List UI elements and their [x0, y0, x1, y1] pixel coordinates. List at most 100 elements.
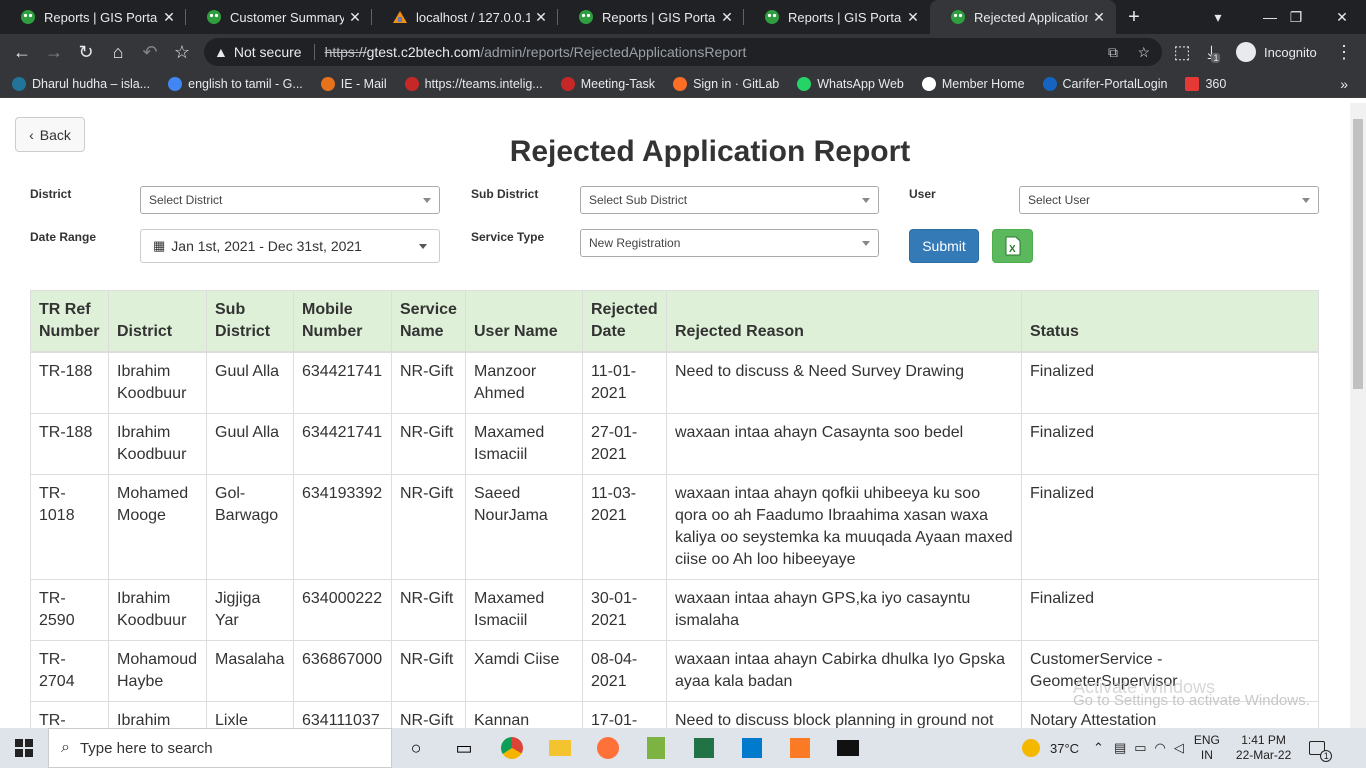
table-cell: Finalized	[1021, 413, 1319, 475]
new-tab-button[interactable]: +	[1116, 0, 1152, 34]
column-header[interactable]: User Name	[465, 290, 583, 353]
servicetype-select[interactable]: New Registration	[580, 229, 879, 257]
taskbar-search-input[interactable]: ⌕ Type here to search	[48, 728, 392, 768]
browser-tab[interactable]: Customer Summary Re ✕	[186, 0, 372, 34]
close-tab-icon[interactable]: ✕	[348, 9, 362, 26]
incognito-badge[interactable]: Incognito	[1236, 40, 1317, 64]
gis-portal-icon	[206, 9, 222, 25]
extensions-icon[interactable]: ⬚	[1166, 36, 1198, 68]
column-header[interactable]: Mobile Number	[293, 290, 392, 353]
address-bar[interactable]: ▲ Not secure https://gtest.c2btech.com/a…	[204, 38, 1162, 66]
user-select-value: Select User	[1028, 193, 1091, 207]
whatsapp-icon	[797, 76, 812, 91]
network-icon[interactable]: ▤	[1114, 740, 1126, 756]
table-cell: NR-Gift	[391, 579, 466, 641]
tab-label: Reports | GIS Portal	[788, 9, 902, 25]
restore-icon[interactable]: ❐	[1276, 0, 1316, 34]
temperature-label[interactable]: 37°C	[1050, 741, 1079, 756]
table-cell: TR-188	[30, 351, 109, 414]
scrollbar-thumb[interactable]	[1353, 119, 1363, 389]
subdistrict-select[interactable]: Select Sub District	[580, 186, 879, 214]
export-excel-button[interactable]: X	[992, 229, 1033, 263]
bookmark-item[interactable]: WhatsApp Web	[797, 76, 904, 91]
tab-label: Rejected Application R	[974, 9, 1088, 25]
daterange-picker[interactable]: ▦ Jan 1st, 2021 - Dec 31st, 2021	[140, 229, 440, 263]
browser-tab[interactable]: localhost / 127.0.0.1 / l ✕	[372, 0, 558, 34]
bookmark-star-icon[interactable]: ☆	[166, 36, 198, 68]
bookmark-item[interactable]: Sign in · GitLab	[673, 76, 779, 91]
clock[interactable]: 1:41 PM 22-Mar-22	[1236, 733, 1291, 763]
column-header[interactable]: Rejected Date	[582, 290, 667, 353]
translate-icon[interactable]: ⧉	[1108, 44, 1118, 61]
close-tab-icon[interactable]: ✕	[1092, 9, 1106, 26]
menu-icon[interactable]: ⋮	[1328, 36, 1360, 68]
vscode-icon[interactable]	[728, 728, 776, 768]
undo-icon[interactable]: ↶	[134, 36, 166, 68]
forward-arrow-icon[interactable]: →	[38, 36, 70, 68]
notification-icon[interactable]: 1	[1309, 741, 1333, 762]
tab-label: Reports | GIS Portal	[602, 9, 716, 25]
home-icon[interactable]: ⌂	[102, 36, 134, 68]
star-icon[interactable]: ☆	[1137, 44, 1150, 61]
chrome-icon[interactable]	[488, 728, 536, 768]
bookmark-item[interactable]: Member Home	[921, 76, 1025, 91]
close-tab-icon[interactable]: ✕	[906, 9, 920, 26]
table-cell: 634193392	[293, 474, 392, 580]
bookmark-item[interactable]: english to tamil - G...	[168, 76, 303, 91]
table-cell: 11-01-2021	[582, 351, 667, 414]
task-view-icon[interactable]: ▭	[440, 728, 488, 768]
firefox-icon[interactable]	[584, 728, 632, 768]
column-header[interactable]: TR Ref Number	[30, 290, 109, 353]
column-header[interactable]: Status	[1021, 290, 1319, 353]
terminal-icon[interactable]	[824, 728, 872, 768]
page-content: ‹ Back Rejected Application Report Distr…	[0, 103, 1350, 728]
chevron-up-icon[interactable]: ⌃	[1093, 740, 1104, 756]
bookmark-item[interactable]: Meeting-Task	[560, 76, 655, 91]
bookmark-item[interactable]: IE - Mail	[320, 76, 387, 91]
table-cell: NR-Gift	[391, 474, 466, 580]
notepad-icon[interactable]	[632, 728, 680, 768]
gis-portal-icon	[578, 9, 594, 25]
column-header[interactable]: Sub District	[206, 290, 294, 353]
battery-icon[interactable]: ▭	[1134, 740, 1146, 756]
volume-icon[interactable]: ◁	[1174, 740, 1184, 756]
bookmark-item[interactable]: 360	[1185, 76, 1226, 91]
more-bookmarks-icon[interactable]: »	[1340, 76, 1348, 92]
wifi-icon[interactable]: ◠	[1155, 740, 1166, 756]
xampp-icon[interactable]	[776, 728, 824, 768]
browser-tab[interactable]: Reports | GIS Portal ✕	[0, 0, 186, 34]
page-scrollbar[interactable]	[1350, 103, 1366, 728]
close-window-icon[interactable]: ✕	[1322, 0, 1362, 34]
column-header[interactable]: Rejected Reason	[666, 290, 1022, 353]
download-icon[interactable]: ⤓ 1	[1198, 36, 1230, 68]
bookmark-item[interactable]: Carifer-PortalLogin	[1042, 76, 1167, 91]
column-header[interactable]: Service Name	[391, 290, 466, 353]
table-cell: Maxamed Ismaciil	[465, 579, 583, 641]
reload-icon[interactable]: ↻	[70, 36, 102, 68]
language-indicator[interactable]: ENG IN	[1194, 733, 1220, 763]
close-tab-icon[interactable]: ✕	[720, 9, 734, 26]
gis-portal-icon	[764, 9, 780, 25]
table-cell: Ibrahim Koodbuur	[108, 351, 207, 414]
file-explorer-icon[interactable]	[536, 728, 584, 768]
excel-app-icon[interactable]	[680, 728, 728, 768]
submit-button[interactable]: Submit	[909, 229, 979, 263]
column-header[interactable]: District	[108, 290, 207, 353]
weather-sun-icon[interactable]	[1022, 739, 1040, 757]
district-select[interactable]: Select District	[140, 186, 440, 214]
back-arrow-icon[interactable]: ←	[6, 36, 38, 68]
bookmark-item[interactable]: Dharul hudha – isla...	[12, 76, 150, 91]
browser-tab[interactable]: Reports | GIS Portal ✕	[558, 0, 744, 34]
bookmark-item[interactable]: https://teams.intelig...	[404, 76, 543, 91]
browser-tab[interactable]: Reports | GIS Portal ✕	[744, 0, 930, 34]
user-select[interactable]: Select User	[1019, 186, 1319, 214]
clock-time: 1:41 PM	[1241, 733, 1286, 747]
cortana-icon[interactable]: ○	[392, 728, 440, 768]
tab-search-icon[interactable]: ▾	[1198, 0, 1238, 34]
divider	[313, 44, 315, 60]
close-tab-icon[interactable]: ✕	[534, 9, 548, 26]
windows-start-icon[interactable]	[0, 728, 48, 768]
table-cell: Xamdi Ciise	[465, 640, 583, 702]
close-tab-icon[interactable]: ✕	[162, 9, 176, 26]
browser-tab-active[interactable]: Rejected Application R ✕	[930, 0, 1116, 34]
